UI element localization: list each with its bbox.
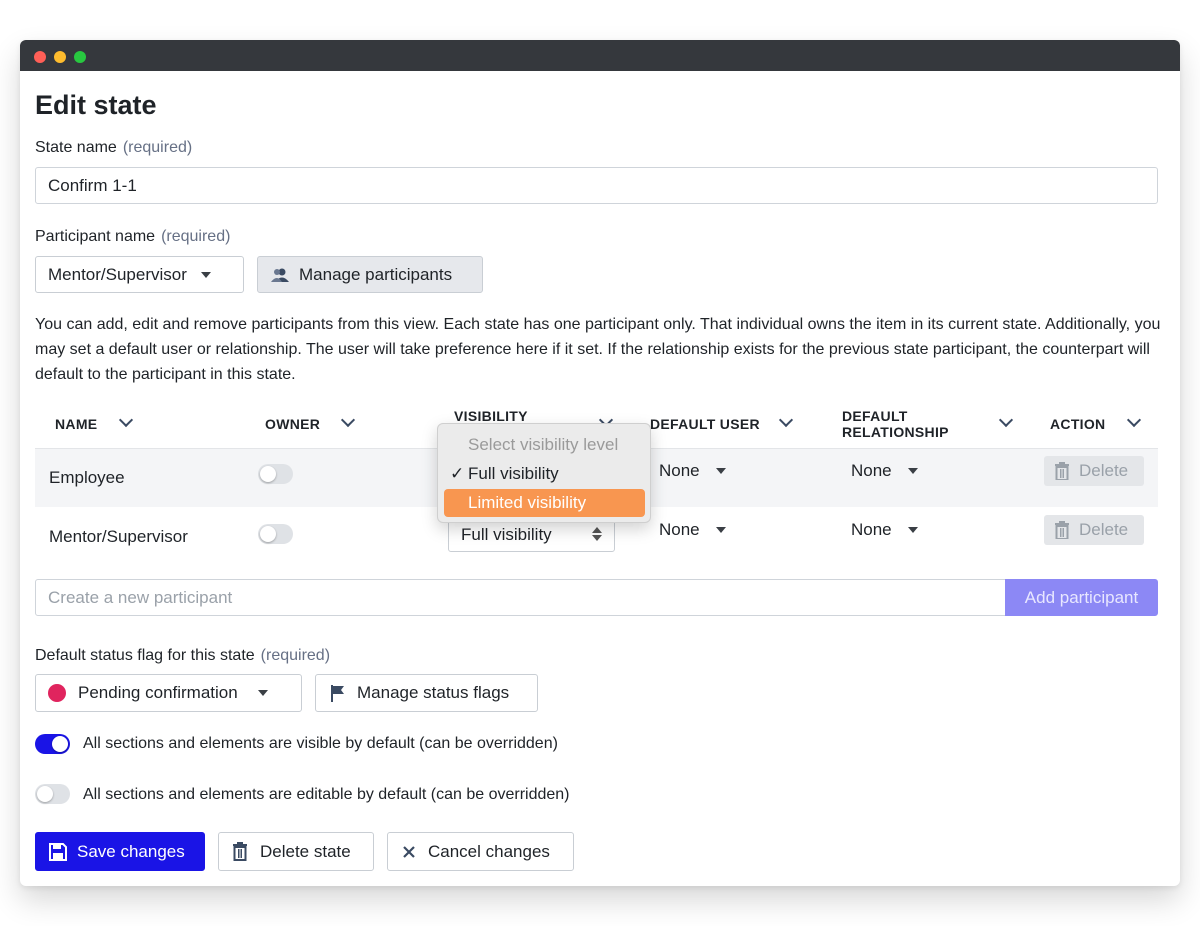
column-header-name: NAME (55, 416, 98, 432)
default-relationship-value: None (851, 520, 892, 539)
column-header-owner: OWNER (265, 416, 321, 432)
chevron-down-icon[interactable] (1126, 412, 1142, 428)
cancel-changes-button[interactable]: Cancel changes (387, 832, 574, 871)
required-hint: (required) (161, 228, 231, 245)
manage-participants-label: Manage participants (299, 264, 453, 284)
flag-icon (331, 685, 344, 702)
toggle-knob (37, 786, 53, 802)
status-color-dot (48, 684, 66, 702)
chevron-down-icon[interactable] (340, 412, 356, 428)
minimize-window-icon[interactable] (54, 51, 66, 63)
new-participant-placeholder: Create a new participant (48, 587, 233, 607)
delete-participant-button[interactable]: Delete (1044, 515, 1144, 545)
default-relationship-value: None (851, 461, 892, 480)
caret-down-icon (715, 527, 726, 533)
visible-by-default-toggle[interactable] (35, 734, 70, 754)
window-titlebar (20, 40, 1180, 71)
toggle-knob (52, 736, 68, 752)
editable-by-default-toggle[interactable] (35, 784, 70, 804)
caret-down-icon (200, 271, 211, 278)
save-changes-label: Save changes (77, 841, 185, 861)
state-name-label: State name (required) (35, 139, 192, 157)
default-user-select[interactable]: None (659, 520, 726, 540)
dropdown-placeholder: Select visibility level (468, 435, 619, 454)
row-name: Mentor/Supervisor (49, 527, 188, 546)
dropdown-option-label: Full visibility (468, 464, 559, 483)
required-hint: (required) (260, 647, 331, 664)
required-hint: (required) (122, 139, 193, 156)
column-header-visibility: VISIBILITY (454, 408, 528, 424)
row-name: Employee (49, 468, 125, 487)
default-user-value: None (659, 520, 700, 539)
chevron-down-icon[interactable] (778, 412, 794, 428)
users-icon (271, 268, 289, 282)
delete-participant-button[interactable]: Delete (1044, 456, 1144, 486)
state-name-input[interactable]: Confirm 1-1 (35, 167, 1158, 204)
delete-label: Delete (1079, 520, 1129, 539)
up-down-arrows-icon (592, 527, 602, 541)
owner-toggle[interactable] (258, 464, 293, 484)
column-header-default-relationship: DEFAULT RELATIONSHIP (842, 408, 949, 440)
participants-description: You can add, edit and remove participant… (35, 316, 1161, 383)
save-icon (49, 842, 67, 861)
add-participant-button[interactable]: Add participant (1005, 579, 1158, 616)
delete-state-button[interactable]: Delete state (218, 832, 374, 871)
visible-by-default-label: All sections and elements are visible by… (83, 735, 558, 752)
trash-icon (1055, 521, 1069, 539)
caret-down-icon (715, 468, 726, 474)
caret-down-icon (907, 468, 918, 474)
close-icon (403, 845, 415, 858)
caret-down-icon (257, 690, 268, 696)
caret-down-icon (907, 527, 918, 533)
status-flag-label-text: Default status flag for this state (35, 647, 255, 664)
state-name-label-text: State name (35, 139, 117, 156)
dropdown-option-label: Limited visibility (468, 493, 587, 512)
close-window-icon[interactable] (34, 51, 46, 63)
state-name-value: Confirm 1-1 (48, 175, 137, 195)
new-participant-input[interactable]: Create a new participant (35, 579, 1006, 616)
status-flag-select[interactable]: Pending confirmation (35, 674, 302, 712)
toggle-knob (260, 466, 276, 482)
page-title: Edit state (35, 90, 157, 120)
column-header-default-relationship-line2: RELATIONSHIP (842, 424, 949, 440)
chevron-down-icon[interactable] (118, 412, 134, 428)
delete-state-label: Delete state (260, 841, 351, 861)
visibility-value: Full visibility (461, 524, 552, 544)
toggle-knob (260, 526, 276, 542)
owner-toggle[interactable] (258, 524, 293, 544)
trash-icon (233, 842, 247, 861)
status-flag-value: Pending confirmation (78, 683, 238, 702)
manage-participants-button[interactable]: Manage participants (257, 256, 483, 293)
add-participant-label: Add participant (1024, 587, 1139, 607)
visibility-dropdown-menu: Select visibility level ✓ Full visibility… (437, 423, 651, 523)
cancel-changes-label: Cancel changes (428, 841, 550, 861)
checkmark-icon: ✓ (450, 464, 465, 483)
default-user-value: None (659, 461, 700, 480)
dropdown-option-full-visibility[interactable]: ✓ Full visibility (450, 464, 662, 484)
delete-label: Delete (1079, 461, 1129, 480)
default-relationship-select[interactable]: None (851, 461, 918, 481)
app-window: Edit state State name (required) Confirm … (20, 40, 1180, 886)
trash-icon (1055, 462, 1069, 480)
participant-name-label: Participant name (required) (35, 228, 230, 246)
column-header-default-relationship-line1: DEFAULT (842, 408, 908, 424)
participant-name-label-text: Participant name (35, 228, 156, 245)
chevron-down-icon[interactable] (998, 412, 1014, 428)
manage-status-flags-label: Manage status flags (357, 683, 510, 702)
default-relationship-select[interactable]: None (851, 520, 918, 540)
column-header-action: ACTION (1050, 416, 1106, 432)
dropdown-option-limited-visibility[interactable]: Limited visibility (444, 489, 645, 517)
save-changes-button[interactable]: Save changes (35, 832, 205, 871)
editable-by-default-label: All sections and elements are editable b… (83, 786, 570, 803)
maximize-window-icon[interactable] (74, 51, 86, 63)
participant-select[interactable]: Mentor/Supervisor (35, 256, 244, 293)
participant-selected-value: Mentor/Supervisor (48, 264, 187, 284)
status-flag-label: Default status flag for this state (requi… (35, 647, 330, 665)
column-header-default-user: DEFAULT USER (650, 416, 760, 432)
manage-status-flags-button[interactable]: Manage status flags (315, 674, 538, 712)
default-user-select[interactable]: None (659, 461, 726, 481)
